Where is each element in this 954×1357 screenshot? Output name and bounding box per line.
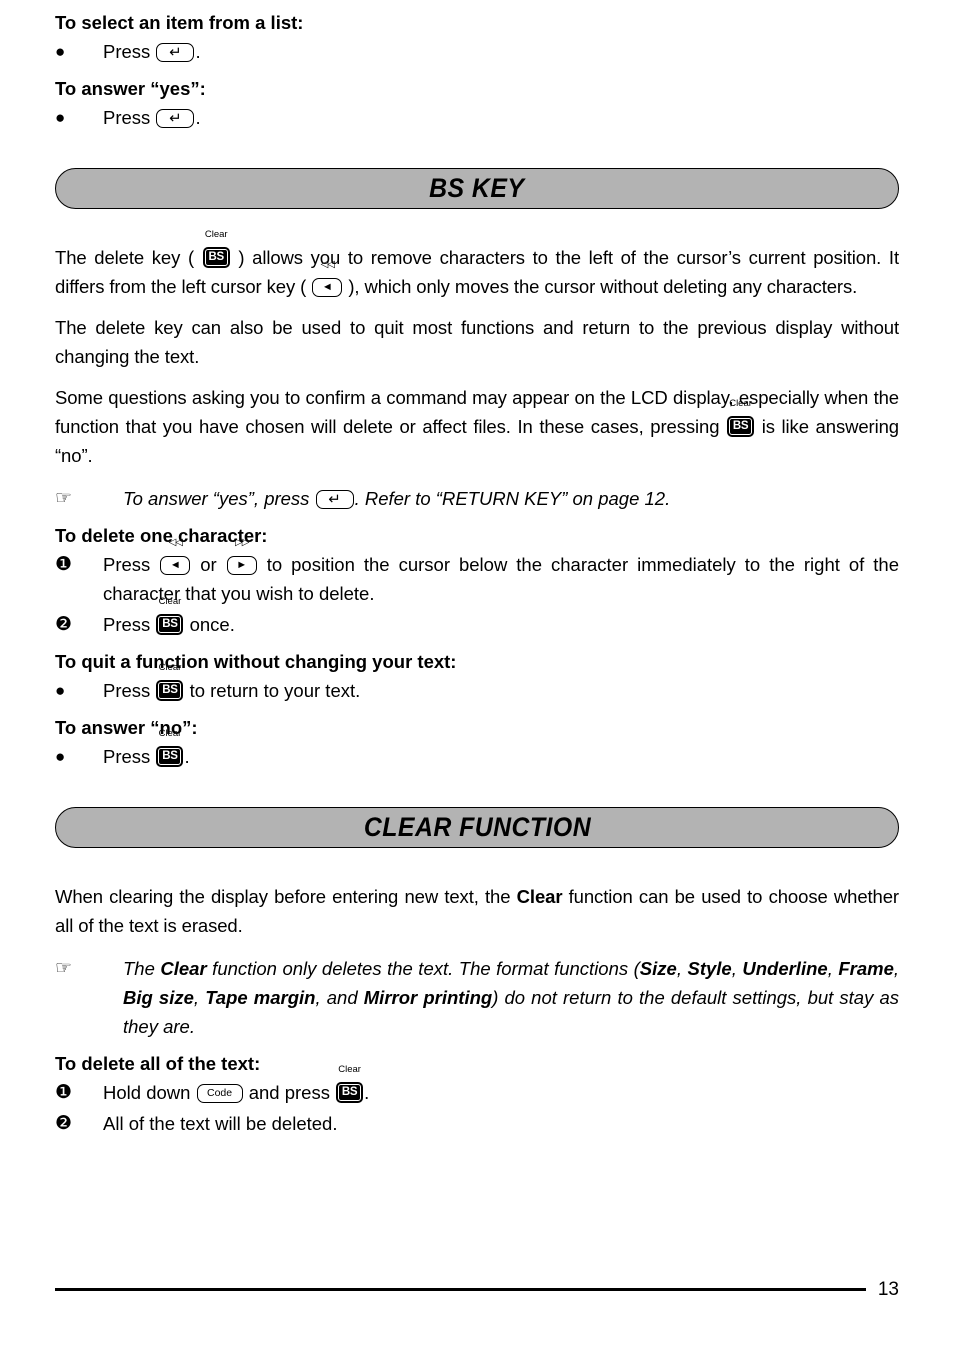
code-key-face: Code <box>207 1087 233 1100</box>
left-cursor-key-face: ◄ <box>169 559 181 571</box>
bs-key-face: BS <box>341 1085 358 1098</box>
section-header-clear-function: CLEAR FUNCTION <box>55 807 899 848</box>
bullet-marker: ● <box>55 108 66 127</box>
right-cursor-key-icon: ▷▷ ► <box>226 538 258 579</box>
procedure-step: ❷ Press Clear BS once. <box>55 597 899 639</box>
paragraph-confirm-questions: Some questions asking you to confirm a c… <box>55 387 899 466</box>
list-item-text: Press Clear BS. <box>103 729 899 771</box>
bs-key-top-label: Clear <box>338 1064 361 1075</box>
list-item: ● Press ↵. <box>55 103 899 132</box>
intro-block: To select an item from a list: ● Press ↵… <box>55 10 899 132</box>
pointing-hand-icon: ☞ <box>55 958 73 979</box>
return-key-icon: ↵ <box>315 484 355 513</box>
procedure-step: ❷ All of the text will be deleted. <box>55 1109 899 1138</box>
term-underline: Underline <box>742 958 828 979</box>
bs-key-top-label: Clear <box>158 728 182 739</box>
left-cursor-key-top-label: ◁◁ <box>168 537 183 548</box>
return-key-face: ↵ <box>328 491 341 508</box>
bullet-marker: ● <box>55 42 66 61</box>
bs-key-face: BS <box>208 250 225 263</box>
list-item: ● Press Clear BS to return to your text. <box>55 663 899 705</box>
section-title: BS KEY <box>429 173 525 203</box>
heading-select-item: To select an item from a list: <box>55 12 304 33</box>
note-text: The Clear function only deletes the text… <box>123 958 900 1037</box>
bs-key-icon: Clear BS <box>155 729 184 771</box>
procedure-step-text: All of the text will be deleted. <box>103 1113 338 1134</box>
bs-key-icon: Clear BS <box>155 663 184 705</box>
bs-key-top-label: Clear <box>729 398 752 409</box>
list-item: ● Press ↵. <box>55 37 899 66</box>
heading-answer-no: To answer “no”: <box>55 717 198 738</box>
trailing-period: . <box>195 41 201 62</box>
paragraph-clear-intro: When clearing the display before enterin… <box>55 886 899 936</box>
term-tape-margin: Tape margin <box>205 987 316 1008</box>
step-number-marker: ❷ <box>55 1113 73 1134</box>
note-text: To answer “yes”, press ↵. Refer to “RETU… <box>123 484 899 513</box>
press-label: Press <box>103 107 151 128</box>
return-key-face: ↵ <box>169 44 182 61</box>
step-number-marker: ❶ <box>55 554 73 575</box>
list-item-text: Press ↵. <box>103 37 899 66</box>
return-key-icon: ↵ <box>155 103 195 132</box>
term-style: Style <box>687 958 732 979</box>
list-item-text: Press ↵. <box>103 103 899 132</box>
bs-key-icon: Clear BS <box>726 399 755 441</box>
bs-key-icon: Clear BS <box>335 1065 364 1107</box>
clear-term: Clear <box>516 886 563 907</box>
section-header-bs-key: BS KEY <box>55 168 899 209</box>
right-cursor-key-top-label: ▷▷ <box>235 537 249 548</box>
step-number-marker: ❷ <box>55 614 73 635</box>
term-clear: Clear <box>160 958 207 979</box>
paragraph-quit-functions: The delete key can also be used to quit … <box>55 317 899 367</box>
page-footer: 13 <box>55 1280 899 1299</box>
document-page: To select an item from a list: ● Press ↵… <box>0 0 954 1357</box>
procedure-step: ❶ Hold down Code and press Clear BS. <box>55 1065 899 1107</box>
pointing-hand-icon: ☞ <box>55 488 73 509</box>
procedure-step: ❶ Press ◁◁ ◄ or ▷▷ ► to position the curso… <box>55 537 900 608</box>
footer-rule <box>55 1288 866 1291</box>
term-frame: Frame <box>838 958 894 979</box>
return-key-face: ↵ <box>169 110 182 127</box>
note-clear-function: ☞ The Clear function only deletes the te… <box>55 954 899 1041</box>
bs-key-face: BS <box>162 683 178 696</box>
bs-key-face: BS <box>162 749 178 762</box>
bullet-marker: ● <box>55 681 66 700</box>
bs-key-face: BS <box>732 419 749 432</box>
heading-delete-all-text: To delete all of the text: <box>55 1053 261 1074</box>
bs-key-top-label: Clear <box>158 596 182 607</box>
bs-key-top-label: Clear <box>204 229 228 240</box>
procedure-step-text: Press Clear BS once. <box>103 597 899 639</box>
press-label: Press <box>103 41 151 62</box>
left-cursor-key-icon: ◁◁ ◄ <box>159 538 191 579</box>
left-cursor-key-top-label: ◁◁ <box>320 259 335 270</box>
bs-key-icon: Clear BS <box>202 230 231 272</box>
note-answer-yes: ☞ To answer “yes”, press ↵. Refer to “RE… <box>55 484 899 513</box>
bullet-marker: ● <box>55 747 66 766</box>
section-title: CLEAR FUNCTION <box>363 812 591 842</box>
heading-quit-function: To quit a function without changing your… <box>55 651 457 672</box>
term-mirror-printing: Mirror printing <box>363 987 493 1008</box>
procedure-step-text: Hold down Code and press Clear BS. <box>103 1065 899 1107</box>
bs-key-icon: Clear BS <box>155 597 184 639</box>
term-size: Size <box>639 958 677 979</box>
procedure-step-text: Press ◁◁ ◄ or ▷▷ ► to position the cursor … <box>103 537 900 605</box>
left-cursor-key-face: ◄ <box>321 281 333 293</box>
step-number-marker: ❶ <box>55 1082 73 1103</box>
heading-answer-yes: To answer “yes”: <box>55 78 206 99</box>
bs-key-face: BS <box>162 617 178 630</box>
return-key-icon: ↵ <box>155 37 195 66</box>
bs-key-top-label: Clear <box>158 662 182 673</box>
list-item-text: Press Clear BS to return to your text. <box>103 663 899 705</box>
paragraph-delete-key-intro: The delete key ( Clear BS ) allows you to… <box>55 230 899 301</box>
page-number: 13 <box>877 1279 899 1300</box>
term-big-size: Big size <box>123 987 194 1008</box>
left-cursor-key-icon: ◁◁ ◄ <box>311 260 343 301</box>
right-cursor-key-face: ► <box>236 559 248 571</box>
list-item: ● Press Clear BS. <box>55 729 899 771</box>
code-key-icon: Code <box>196 1078 244 1107</box>
trailing-period: . <box>195 107 201 128</box>
